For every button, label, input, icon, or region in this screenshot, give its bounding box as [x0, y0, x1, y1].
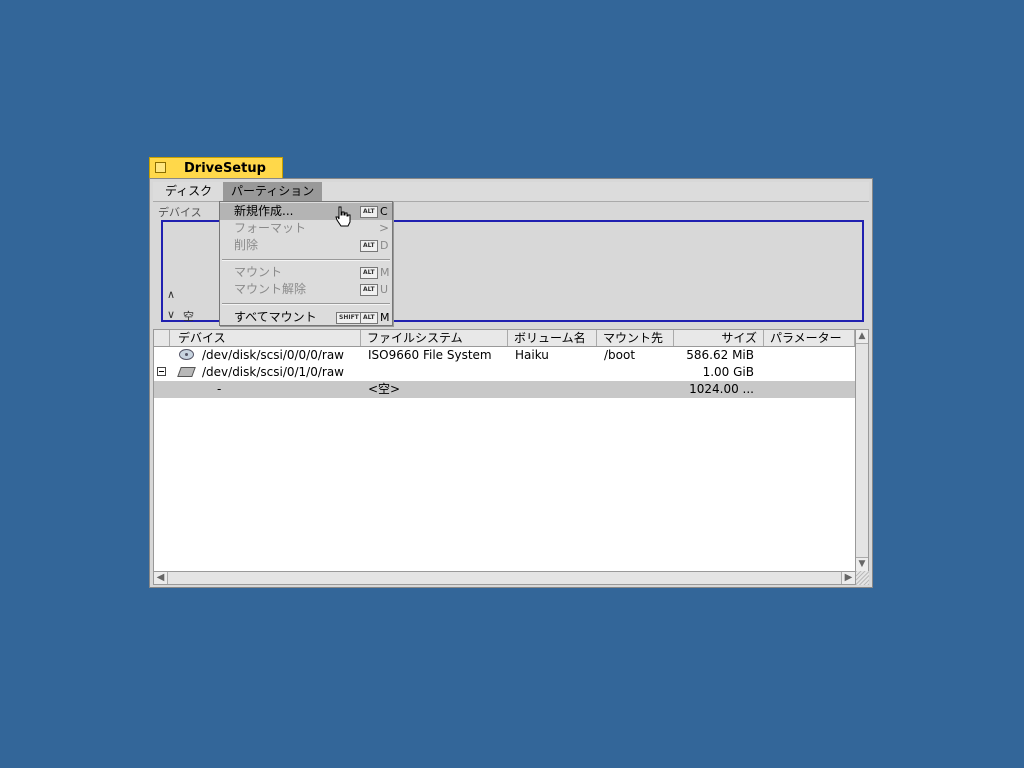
horizontal-scrollbar[interactable]: ◀ ▶	[153, 571, 856, 585]
window-title: DriveSetup	[184, 161, 266, 176]
shortcut-letter: M	[380, 266, 390, 279]
vertical-scrollbar[interactable]: ▲ ▼	[856, 329, 869, 572]
partition-menu: 新規作成... ALT C フォーマット > 削除 ALT D マウント ALT…	[219, 201, 393, 326]
scroll-up-icon[interactable]: ▲	[856, 330, 868, 344]
menu-item-mount-all[interactable]: すべてマウント SHIFT ALT M	[220, 309, 392, 326]
scroll-down-icon[interactable]: ▼	[856, 557, 868, 571]
hard-disk-icon	[177, 367, 196, 377]
cell-device: -	[217, 382, 222, 396]
empty-partition-label: 空	[183, 310, 194, 323]
cell-volume: Haiku	[515, 348, 549, 362]
menu-item-label: マウント	[234, 265, 283, 279]
window-tab[interactable]: DriveSetup	[149, 157, 283, 179]
scroll-left-icon[interactable]: ◀	[154, 572, 168, 584]
menu-item-label: マウント解除	[234, 282, 307, 296]
cell-volume	[515, 364, 597, 381]
cell-device: /dev/disk/scsi/0/0/0/raw	[202, 348, 344, 362]
column-header-device[interactable]: デバイス	[170, 330, 361, 346]
menu-item-label: すべてマウント	[234, 310, 317, 324]
close-box-icon[interactable]	[155, 162, 166, 173]
collapse-toggle-icon[interactable]	[157, 367, 166, 376]
cell-params	[771, 381, 851, 398]
scroll-right-icon[interactable]: ▶	[841, 572, 855, 584]
shortcut-letter: M	[380, 311, 390, 324]
list-header: デバイス ファイルシステム ボリューム名 マウント先 サイズ パラメーター	[154, 330, 855, 347]
menu-item-label: 削除	[234, 238, 259, 252]
cell-size: 1.00 GiB	[702, 365, 754, 379]
shortcut-letter: C	[380, 205, 388, 218]
resize-grip-icon[interactable]	[856, 571, 869, 585]
menu-item-label: フォーマット	[234, 221, 307, 235]
cell-device: /dev/disk/scsi/0/1/0/raw	[202, 365, 344, 379]
menu-item-format[interactable]: フォーマット >	[220, 220, 392, 237]
cell-filesystem: ISO9660 File System	[368, 348, 492, 362]
column-header-filesystem[interactable]: ファイルシステム	[361, 330, 508, 346]
alt-key-icon: ALT	[360, 240, 378, 252]
shortcut-letter: U	[380, 283, 389, 296]
menu-item-mount[interactable]: マウント ALT M	[220, 264, 392, 281]
menu-item-create[interactable]: 新規作成... ALT C	[220, 203, 392, 220]
menu-disk[interactable]: ディスク	[157, 182, 220, 201]
table-row[interactable]: - <空> 1024.00 ...	[154, 381, 855, 398]
hand-cursor-icon	[335, 206, 351, 227]
menu-separator	[222, 303, 390, 305]
cd-icon	[179, 349, 194, 360]
menu-partition[interactable]: パーティション	[223, 182, 323, 201]
cell-params	[771, 347, 851, 364]
menubar: ディスク パーティション	[153, 182, 869, 202]
cell-mount: /boot	[604, 348, 636, 362]
column-header-mount[interactable]: マウント先	[597, 330, 674, 346]
header-spacer	[154, 330, 170, 346]
cell-filesystem	[368, 364, 508, 381]
cell-mount	[604, 381, 674, 398]
column-header-params[interactable]: パラメーター	[764, 330, 855, 346]
shortcut-letter: D	[380, 239, 389, 252]
column-header-volume[interactable]: ボリューム名	[508, 330, 597, 346]
column-header-size[interactable]: サイズ	[674, 330, 764, 346]
cell-mount	[604, 364, 674, 381]
alt-key-icon: ALT	[360, 312, 378, 324]
disk-view-label: デバイス	[158, 206, 202, 219]
arrow-down-icon: ∨	[167, 308, 176, 321]
alt-key-icon: ALT	[360, 206, 378, 218]
arrow-up-icon: ∧	[167, 288, 176, 301]
shift-key-icon: SHIFT	[336, 312, 362, 324]
submenu-arrow-icon: >	[379, 221, 390, 235]
cell-volume	[515, 381, 597, 398]
menu-separator	[222, 259, 390, 261]
menu-item-delete[interactable]: 削除 ALT D	[220, 237, 392, 254]
table-row[interactable]: /dev/disk/scsi/0/1/0/raw 1.00 GiB	[154, 364, 855, 381]
partition-list[interactable]: デバイス ファイルシステム ボリューム名 マウント先 サイズ パラメーター /d…	[153, 329, 856, 572]
menu-item-unmount[interactable]: マウント解除 ALT U	[220, 281, 392, 298]
cell-filesystem: <空>	[368, 382, 401, 396]
cell-params	[771, 364, 851, 381]
menu-item-label: 新規作成...	[234, 204, 294, 218]
table-row[interactable]: /dev/disk/scsi/0/0/0/raw ISO9660 File Sy…	[154, 347, 855, 364]
alt-key-icon: ALT	[360, 267, 378, 279]
alt-key-icon: ALT	[360, 284, 378, 296]
cell-size: 586.62 MiB	[686, 348, 754, 362]
cell-size: 1024.00 ...	[689, 382, 754, 396]
